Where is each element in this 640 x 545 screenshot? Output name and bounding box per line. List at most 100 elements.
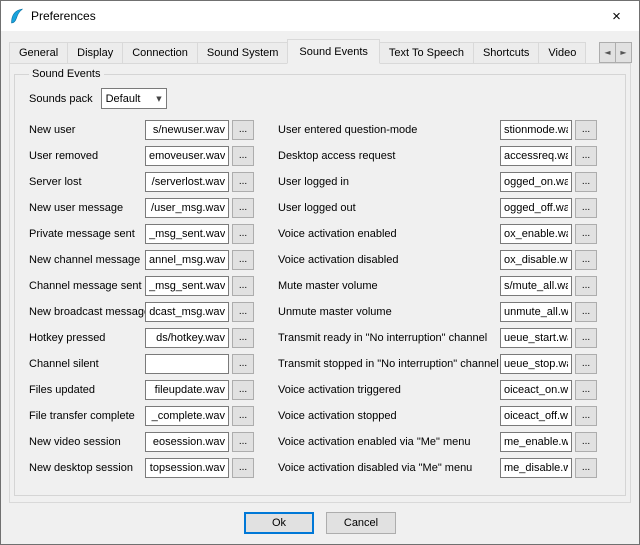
sound-file-input[interactable] bbox=[500, 406, 572, 426]
browse-button[interactable]: ... bbox=[575, 198, 597, 218]
tab-display[interactable]: Display bbox=[67, 42, 123, 64]
sound-file-input[interactable] bbox=[145, 354, 229, 374]
browse-button[interactable]: ... bbox=[575, 224, 597, 244]
browse-button[interactable]: ... bbox=[232, 120, 254, 140]
sound-file-input[interactable] bbox=[500, 354, 572, 374]
browse-button[interactable]: ... bbox=[232, 198, 254, 218]
sound-event-label: Mute master volume bbox=[278, 280, 500, 292]
sound-event-row: Mute master volume... bbox=[278, 276, 597, 296]
sound-file-input[interactable] bbox=[500, 458, 572, 478]
ok-button[interactable]: Ok bbox=[244, 512, 314, 534]
sound-event-label: New desktop session bbox=[29, 462, 145, 474]
preferences-window: Preferences × GeneralDisplayConnectionSo… bbox=[0, 0, 640, 545]
browse-button[interactable]: ... bbox=[575, 354, 597, 374]
sound-event-label: New video session bbox=[29, 436, 145, 448]
browse-button[interactable]: ... bbox=[232, 328, 254, 348]
sound-event-row: Files updated... bbox=[29, 380, 254, 400]
tab-text-to-speech[interactable]: Text To Speech bbox=[379, 42, 474, 64]
sound-event-row: New desktop session... bbox=[29, 458, 254, 478]
sound-file-input[interactable] bbox=[500, 328, 572, 348]
sound-file-input[interactable] bbox=[500, 120, 572, 140]
sounds-pack-select[interactable]: Default ▼ bbox=[101, 88, 167, 109]
browse-button[interactable]: ... bbox=[575, 250, 597, 270]
browse-button[interactable]: ... bbox=[575, 380, 597, 400]
tab-sound-system[interactable]: Sound System bbox=[197, 42, 289, 64]
sound-file-input[interactable] bbox=[500, 276, 572, 296]
sound-file-input[interactable] bbox=[145, 328, 229, 348]
browse-button[interactable]: ... bbox=[232, 250, 254, 270]
tab-scroll-buttons: ◄ ► bbox=[600, 42, 632, 63]
browse-button[interactable]: ... bbox=[575, 432, 597, 452]
sound-event-label: Voice activation enabled bbox=[278, 228, 500, 240]
sound-event-row: User entered question-mode... bbox=[278, 120, 597, 140]
sounds-pack-value: Default bbox=[106, 93, 141, 105]
browse-button[interactable]: ... bbox=[232, 432, 254, 452]
browse-button[interactable]: ... bbox=[232, 146, 254, 166]
tab-connection[interactable]: Connection bbox=[122, 42, 198, 64]
browse-button[interactable]: ... bbox=[575, 276, 597, 296]
sound-file-input[interactable] bbox=[500, 146, 572, 166]
sound-event-label: Desktop access request bbox=[278, 150, 500, 162]
sound-file-input[interactable] bbox=[145, 120, 229, 140]
tab-general[interactable]: General bbox=[9, 42, 68, 64]
tab-scroll-right-icon[interactable]: ► bbox=[615, 42, 632, 63]
sound-file-input[interactable] bbox=[500, 198, 572, 218]
browse-button[interactable]: ... bbox=[232, 380, 254, 400]
sound-event-label: Voice activation enabled via "Me" menu bbox=[278, 436, 500, 448]
tab-scroll-left-icon[interactable]: ◄ bbox=[599, 42, 616, 63]
sound-file-input[interactable] bbox=[145, 198, 229, 218]
sound-event-row: Channel silent... bbox=[29, 354, 254, 374]
sound-event-row: Voice activation stopped... bbox=[278, 406, 597, 426]
sound-file-input[interactable] bbox=[145, 380, 229, 400]
tab-shortcuts[interactable]: Shortcuts bbox=[473, 42, 539, 64]
sound-event-row: Desktop access request... bbox=[278, 146, 597, 166]
browse-button[interactable]: ... bbox=[575, 120, 597, 140]
sound-event-label: Unmute master volume bbox=[278, 306, 500, 318]
browse-button[interactable]: ... bbox=[232, 224, 254, 244]
sound-file-input[interactable] bbox=[500, 224, 572, 244]
browse-button[interactable]: ... bbox=[232, 276, 254, 296]
sound-file-input[interactable] bbox=[145, 146, 229, 166]
event-columns: New user...User removed...Server lost...… bbox=[29, 120, 617, 478]
browse-button[interactable]: ... bbox=[575, 146, 597, 166]
browse-button[interactable]: ... bbox=[232, 172, 254, 192]
browse-button[interactable]: ... bbox=[232, 406, 254, 426]
sound-file-input[interactable] bbox=[145, 458, 229, 478]
sound-file-input[interactable] bbox=[500, 302, 572, 322]
sound-event-label: Private message sent bbox=[29, 228, 145, 240]
sound-file-input[interactable] bbox=[145, 172, 229, 192]
browse-button[interactable]: ... bbox=[575, 458, 597, 478]
sound-event-label: Channel message sent bbox=[29, 280, 145, 292]
event-column-right: User entered question-mode...Desktop acc… bbox=[278, 120, 597, 478]
close-button[interactable]: × bbox=[594, 1, 639, 31]
sound-file-input[interactable] bbox=[145, 432, 229, 452]
cancel-button[interactable]: Cancel bbox=[326, 512, 396, 534]
sound-event-row: User logged out... bbox=[278, 198, 597, 218]
sound-file-input[interactable] bbox=[500, 432, 572, 452]
sound-file-input[interactable] bbox=[500, 172, 572, 192]
browse-button[interactable]: ... bbox=[575, 302, 597, 322]
sound-event-label: Voice activation disabled bbox=[278, 254, 500, 266]
sound-event-label: User logged in bbox=[278, 176, 500, 188]
sound-event-label: User entered question-mode bbox=[278, 124, 500, 136]
browse-button[interactable]: ... bbox=[232, 354, 254, 374]
sound-file-input[interactable] bbox=[145, 224, 229, 244]
tab-sound-events[interactable]: Sound Events bbox=[287, 39, 380, 64]
sound-event-label: Transmit stopped in "No interruption" ch… bbox=[278, 358, 500, 370]
sound-file-input[interactable] bbox=[145, 302, 229, 322]
sound-event-label: Voice activation triggered bbox=[278, 384, 500, 396]
sound-event-row: Channel message sent... bbox=[29, 276, 254, 296]
browse-button[interactable]: ... bbox=[232, 302, 254, 322]
titlebar: Preferences × bbox=[1, 1, 639, 31]
browse-button[interactable]: ... bbox=[232, 458, 254, 478]
sound-event-label: Voice activation disabled via "Me" menu bbox=[278, 462, 500, 474]
sound-file-input[interactable] bbox=[145, 250, 229, 270]
sound-file-input[interactable] bbox=[145, 406, 229, 426]
browse-button[interactable]: ... bbox=[575, 328, 597, 348]
browse-button[interactable]: ... bbox=[575, 172, 597, 192]
tab-video[interactable]: Video bbox=[538, 42, 586, 64]
sound-file-input[interactable] bbox=[145, 276, 229, 296]
sound-file-input[interactable] bbox=[500, 250, 572, 270]
browse-button[interactable]: ... bbox=[575, 406, 597, 426]
sound-file-input[interactable] bbox=[500, 380, 572, 400]
